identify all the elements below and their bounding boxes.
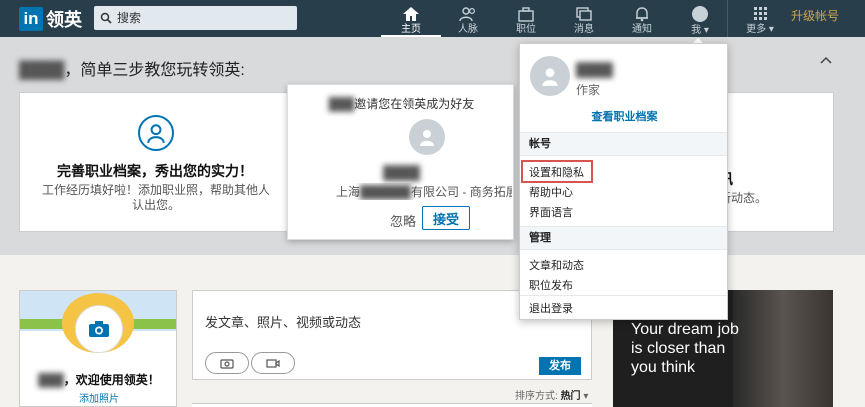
section-manage: 管理: [520, 226, 727, 250]
user-name-blurred: ████: [19, 62, 65, 79]
upgrade-link[interactable]: 升级帐号: [791, 7, 839, 24]
invitation-card: ███邀请您在领英成为好友 ████ 上海██████有限公司 - 商务拓展 忽…: [287, 84, 514, 240]
add-photo-button[interactable]: [75, 305, 123, 353]
video-upload-button[interactable]: [251, 352, 295, 374]
profile-tip-card[interactable]: 完善职业档案，秀出您的实力！ 工作经历填好啦！添加职业照，帮助其他人认出您。: [19, 92, 289, 232]
briefcase-icon: [518, 7, 534, 22]
nav-more-label: 更多 ▾: [746, 24, 774, 35]
nav-messages-label: 消息: [574, 24, 594, 35]
section-account: 帐号: [520, 132, 727, 156]
ignore-button[interactable]: 忽略: [390, 211, 416, 230]
settings-highlight-box: [521, 160, 593, 183]
dropdown-user-role: 作家: [576, 83, 601, 97]
nav-more[interactable]: 更多 ▾: [730, 0, 790, 37]
company-name-blurred: ██████: [360, 185, 412, 199]
banner-title: ████，简单三步教您玩转领英:: [19, 62, 245, 79]
bell-icon: [636, 7, 648, 22]
profile-summary-card: ███，欢迎使用领英！ 添加照片: [19, 290, 177, 407]
inviter-avatar: [409, 119, 445, 155]
linkedin-logo[interactable]: in 领英: [19, 6, 82, 32]
search-box[interactable]: [94, 6, 297, 30]
view-profile-link[interactable]: 查看职业档案: [520, 108, 729, 124]
dropdown-divider: [520, 295, 727, 296]
home-icon: [403, 7, 419, 21]
card-desc: 工作经历填好啦！添加职业照，帮助其他人认出您。: [41, 183, 270, 212]
sort-control[interactable]: 排序方式: 热门 ▾: [515, 387, 588, 402]
menu-item-help[interactable]: 帮助中心: [529, 184, 573, 200]
dropdown-user-name: ████: [576, 62, 613, 77]
publish-button[interactable]: 发布: [539, 357, 581, 375]
nav-jobs-label: 职位: [516, 24, 536, 35]
inviter-name: ████: [383, 165, 420, 180]
nav-messages[interactable]: 消息: [554, 0, 614, 37]
menu-item-job-posts[interactable]: 职位发布: [529, 277, 573, 293]
search-input[interactable]: [117, 11, 287, 25]
nav-notifications-label: 通知: [632, 24, 652, 35]
nav-jobs[interactable]: 职位: [496, 0, 556, 37]
nav-me[interactable]: 我 ▾: [670, 0, 730, 37]
nav-notifications[interactable]: 通知: [612, 0, 672, 37]
message-icon: [576, 7, 592, 21]
chevron-up-icon[interactable]: [820, 55, 832, 65]
inviter-company: 上海██████有限公司 - 商务拓展: [336, 185, 512, 199]
people-icon: [459, 7, 476, 22]
feed-item-edge: [192, 403, 592, 407]
add-photo-link[interactable]: 添加照片: [20, 390, 176, 405]
camera-icon: [220, 359, 234, 369]
nav-divider: [727, 0, 728, 37]
nav-network[interactable]: 人脉: [438, 0, 498, 37]
dropdown-avatar: [530, 56, 570, 96]
user-name-blurred: ███: [38, 373, 64, 387]
menu-item-signout[interactable]: 退出登录: [529, 300, 573, 316]
camera-icon: [89, 321, 109, 337]
me-dropdown-menu: ████ 作家 查看职业档案 帐号 设置和隐私 帮助中心 界面语言 管理 文章和…: [519, 43, 728, 320]
photo-upload-button[interactable]: [205, 352, 249, 374]
grid-icon: [754, 7, 767, 20]
accept-button[interactable]: 接受: [422, 206, 470, 230]
card-title: 完善职业档案，秀出您的实力！: [57, 163, 253, 179]
linkedin-in-icon: in: [19, 7, 43, 31]
post-prompt[interactable]: 发文章、照片、视频或动态: [205, 312, 361, 331]
chevron-down-icon: ▾: [703, 25, 709, 36]
video-icon: [266, 359, 280, 368]
invitation-text: ███邀请您在领英成为好友: [328, 97, 475, 111]
search-icon: [100, 12, 112, 24]
nav-home-label: 主页: [401, 24, 421, 35]
nav-network-label: 人脉: [458, 24, 478, 35]
nav-me-label: 我 ▾: [691, 25, 709, 36]
profile-person-icon: [138, 115, 174, 151]
ad-photo: [733, 290, 833, 407]
ad-text: Your dream job is closer than you think: [631, 321, 739, 376]
inviter-name-blurred: ███: [328, 97, 355, 111]
me-avatar: [692, 6, 708, 22]
menu-item-language[interactable]: 界面语言: [529, 204, 573, 220]
nav-home[interactable]: 主页: [381, 0, 441, 37]
logo-text: 领英: [46, 10, 82, 30]
welcome-text: ███，欢迎使用领英！: [38, 373, 160, 387]
top-navbar: in 领英 主页 人脉 职位 消息 通知 我 ▾ 更多 ▾ 升级帐号: [0, 0, 865, 37]
chevron-down-icon: ▾: [583, 391, 589, 402]
menu-item-posts[interactable]: 文章和动态: [529, 257, 584, 273]
chevron-down-icon: ▾: [768, 24, 774, 35]
